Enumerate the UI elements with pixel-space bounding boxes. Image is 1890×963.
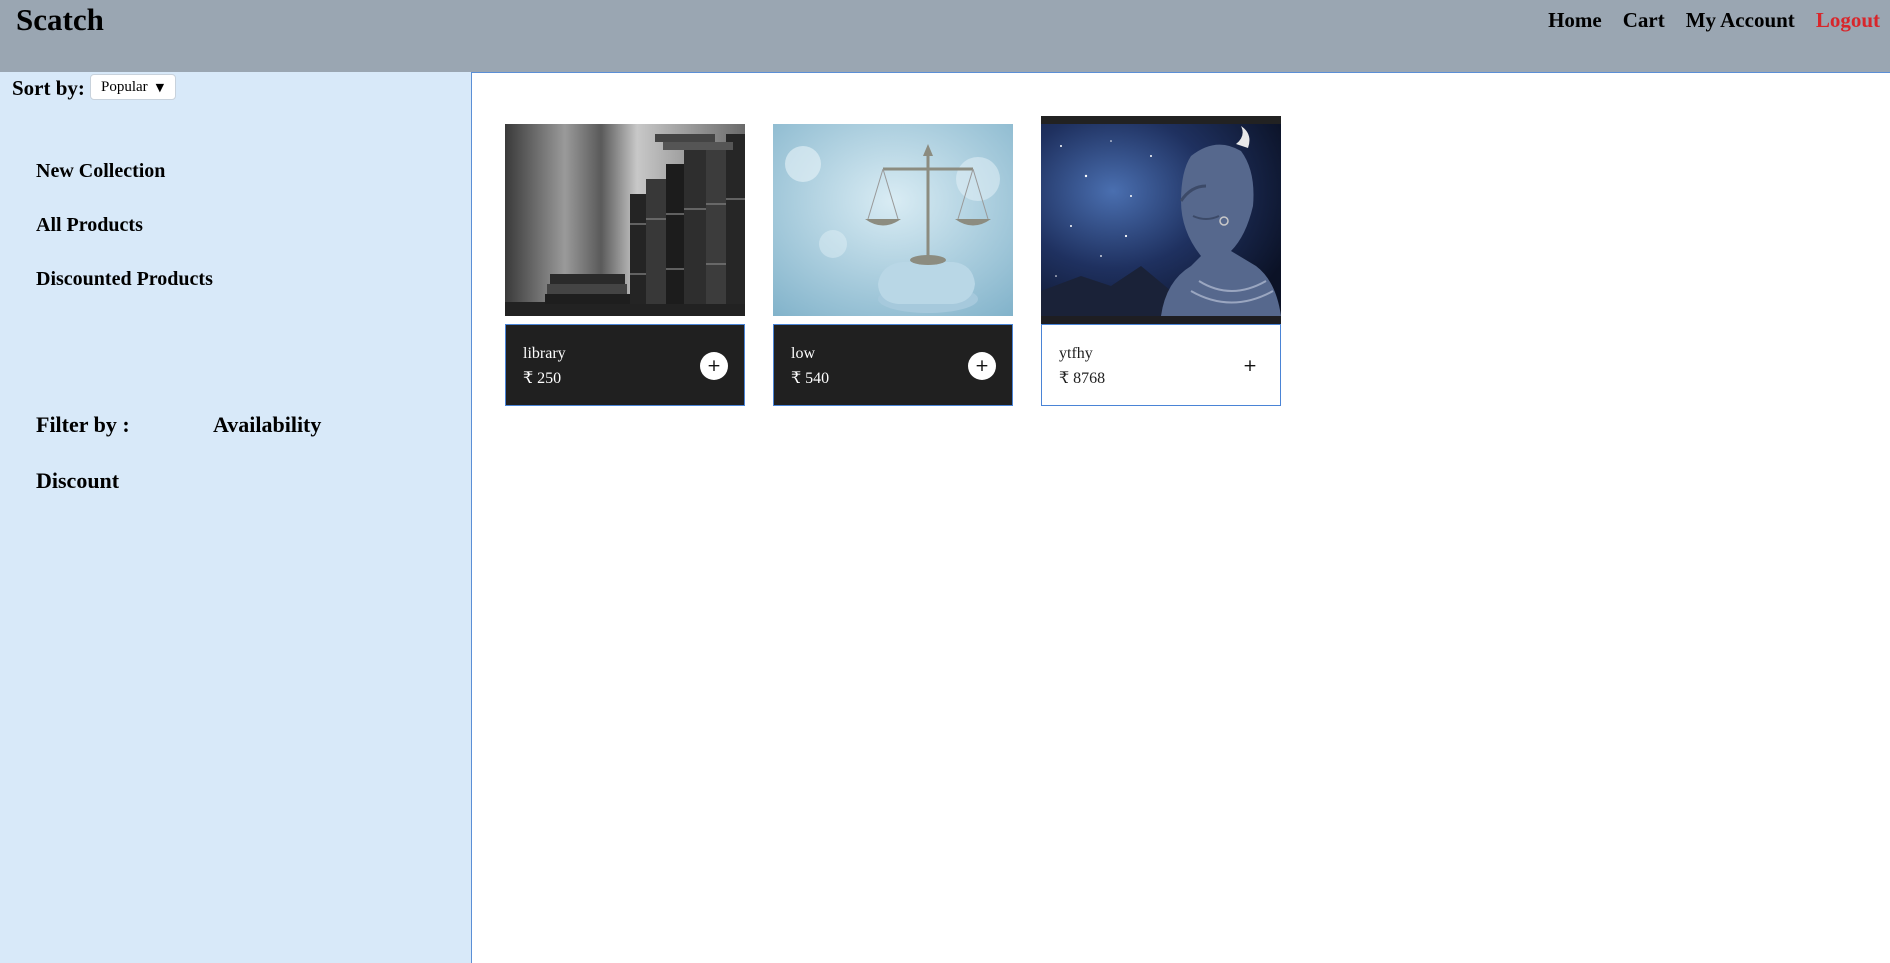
product-info: low ₹ 540 + (773, 324, 1013, 406)
sidebar: Sort by: Popular ▼ New Collection All Pr… (0, 72, 472, 963)
product-price: ₹ 540 (791, 370, 830, 387)
add-to-cart-button[interactable]: + (968, 352, 996, 380)
nav-my-account[interactable]: My Account (1686, 8, 1795, 33)
sidebar-link-new-collection[interactable]: New Collection (36, 160, 165, 183)
top-navbar: Scatch Home Cart My Account Logout (0, 0, 1890, 72)
add-to-cart-button[interactable]: + (1236, 352, 1264, 380)
sidebar-link-discounted-products[interactable]: Discounted Products (36, 268, 213, 291)
sidebar-link-all-products[interactable]: All Products (36, 214, 143, 237)
product-image-low (773, 124, 1013, 316)
nav-home[interactable]: Home (1548, 8, 1602, 33)
filter-label: Filter by : (36, 412, 130, 437)
product-name: low (791, 345, 815, 362)
sort-label: Sort by: (12, 76, 85, 100)
filter-discount[interactable]: Discount (36, 468, 119, 494)
product-image-library (505, 124, 745, 316)
product-info: library ₹ 250 + (505, 324, 745, 406)
main-nav: Home Cart My Account Logout (1548, 8, 1880, 33)
sort-select[interactable]: Popular ▼ (90, 74, 176, 100)
product-price: ₹ 250 (523, 370, 562, 387)
product-card[interactable]: library ₹ 250 + (505, 116, 745, 406)
sort-select-value: Popular (101, 78, 148, 95)
nav-logout[interactable]: Logout (1816, 8, 1880, 33)
product-card[interactable]: low ₹ 540 + (773, 116, 1013, 406)
brand-logo[interactable]: Scatch (16, 2, 104, 38)
product-name: ytfhy (1059, 345, 1093, 362)
nav-cart[interactable]: Cart (1623, 8, 1665, 33)
product-image-ytfhy (1041, 116, 1281, 324)
chevron-down-icon: ▼ (155, 80, 165, 94)
product-price: ₹ 8768 (1059, 370, 1106, 387)
main-divider (472, 72, 1890, 73)
product-card[interactable]: ytfhy ₹ 8768 + (1041, 116, 1281, 406)
product-name: library (523, 345, 566, 362)
product-info: ytfhy ₹ 8768 + (1041, 324, 1281, 406)
filter-availability[interactable]: Availability (213, 412, 321, 438)
add-to-cart-button[interactable]: + (700, 352, 728, 380)
